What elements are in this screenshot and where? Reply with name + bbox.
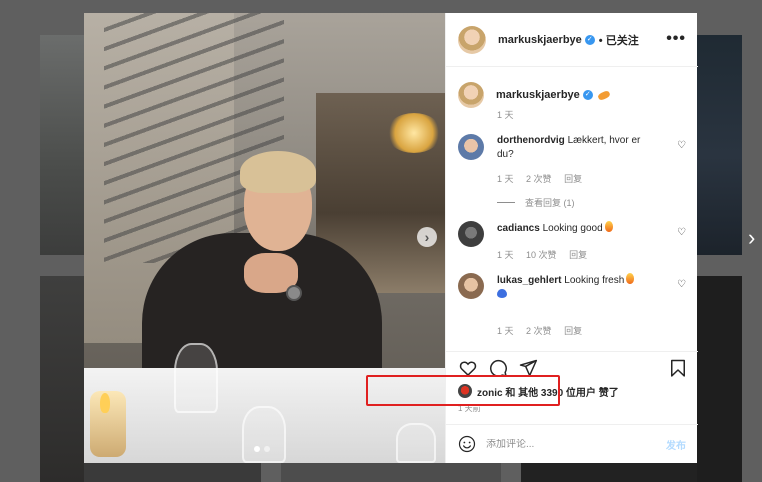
planet-emoji-icon (596, 89, 611, 101)
reply-button[interactable]: 回复 (564, 174, 582, 184)
comment-time: 1 天 (497, 174, 514, 184)
reply-button[interactable]: 回复 (564, 326, 582, 336)
post-photo[interactable]: › (84, 13, 445, 463)
feed-thumbnail[interactable] (697, 35, 742, 255)
comment-username[interactable]: lukas_gehlert (497, 275, 561, 286)
comment-likes[interactable]: 2 次赞 (526, 326, 552, 336)
post-comment-button[interactable]: 发布 (666, 437, 686, 452)
comment-meta: 1 天 2 次赞 回复 (497, 172, 592, 185)
reply-button[interactable]: 回复 (569, 250, 587, 260)
comment-text: Looking fresh (564, 275, 625, 286)
avatar[interactable] (458, 273, 484, 299)
wristwatch (286, 285, 302, 301)
more-options-icon[interactable]: ••• (666, 31, 686, 47)
avatar[interactable] (458, 82, 484, 108)
likes-summary[interactable]: zonic 和 其他 3390 位用户 赞了 (458, 383, 619, 399)
comment-text: Looking good (542, 223, 603, 234)
comment-username[interactable]: cadiancs (497, 223, 540, 234)
carousel-next-icon[interactable]: › (417, 227, 437, 247)
action-bar (446, 351, 698, 385)
verified-badge-icon: ✓ (582, 90, 593, 100)
carousel-dot (264, 446, 270, 452)
comment-heart-icon[interactable]: ♡ (677, 140, 686, 151)
wine-glass (242, 406, 286, 463)
list-item: cadiancs Looking good ♡ (458, 221, 686, 247)
heart-icon[interactable] (458, 358, 478, 378)
avatar[interactable] (458, 221, 484, 247)
avatar (458, 384, 472, 398)
feed-thumbnail[interactable] (281, 462, 501, 482)
view-replies-label: 查看回复 (1) (525, 198, 575, 208)
list-item: lukas_gehlert Looking fresh ♡ (458, 273, 686, 302)
comment-heart-icon[interactable]: ♡ (677, 279, 686, 290)
comment-username[interactable]: dorthenordvig (497, 135, 565, 146)
comment-likes[interactable]: 2 次赞 (526, 174, 552, 184)
comment-heart-icon[interactable]: ♡ (677, 227, 686, 238)
follow-status[interactable]: • 已关注 (599, 32, 639, 48)
comment-input[interactable] (486, 438, 666, 450)
next-post-arrow-icon[interactable]: › (748, 226, 762, 250)
comments-list[interactable]: markuskjaerbye ✓ 1 天 dorthenordvig Lække… (446, 68, 698, 351)
list-item: dorthenordvig Lækkert, hvor er du? ♡ (458, 134, 686, 162)
post-time: 1 天前 (458, 404, 481, 413)
post-header: markuskjaerbye ✓ • 已关注 ••• (446, 13, 698, 67)
caption-username[interactable]: markuskjaerbye (496, 89, 580, 101)
caption: markuskjaerbye ✓ (458, 82, 611, 108)
feed-thumbnail[interactable] (40, 276, 84, 482)
feed-thumbnail[interactable] (521, 462, 697, 482)
post-username[interactable]: markuskjaerbye (498, 34, 582, 46)
fire-emoji-icon (626, 273, 635, 284)
feed-thumbnail[interactable] (697, 276, 742, 482)
comment-meta: 1 天 2 次赞 回复 (497, 324, 592, 337)
feed-thumbnail[interactable] (40, 35, 84, 255)
verified-badge-icon: ✓ (584, 34, 595, 45)
bookmark-icon[interactable] (668, 358, 688, 378)
likes-text[interactable]: zonic 和 其他 3390 位用户 赞了 (477, 384, 619, 399)
caption-time: 1 天 (497, 110, 514, 120)
add-comment-bar: 发布 (446, 424, 698, 463)
comment-likes[interactable]: 10 次赞 (526, 250, 557, 260)
blue-heart-emoji-icon (497, 289, 507, 298)
carousel-dot (254, 446, 260, 452)
caption-meta: 1 天 (497, 108, 524, 121)
comment-meta: 1 天 10 次赞 回复 (497, 248, 597, 261)
avatar[interactable] (458, 25, 486, 54)
avatar[interactable] (458, 134, 484, 160)
carousel-dots (254, 446, 270, 452)
view-replies-button[interactable]: 查看回复 (1) (497, 196, 575, 209)
post-side-panel: markuskjaerbye ✓ • 已关注 ••• markuskjaerby… (445, 13, 698, 463)
share-icon[interactable] (518, 358, 538, 378)
wine-glass (174, 343, 218, 413)
comment-time: 1 天 (497, 326, 514, 336)
fire-emoji-icon (604, 221, 613, 232)
smile-icon[interactable] (458, 435, 476, 453)
wine-glass (396, 423, 436, 463)
comment-time: 1 天 (497, 250, 514, 260)
post-modal: › markuskjaerbye ✓ • 已关注 ••• markuskjaer… (84, 13, 698, 463)
chandelier (386, 113, 442, 153)
comment-icon[interactable] (488, 358, 508, 378)
feed-thumbnail[interactable] (84, 462, 261, 482)
